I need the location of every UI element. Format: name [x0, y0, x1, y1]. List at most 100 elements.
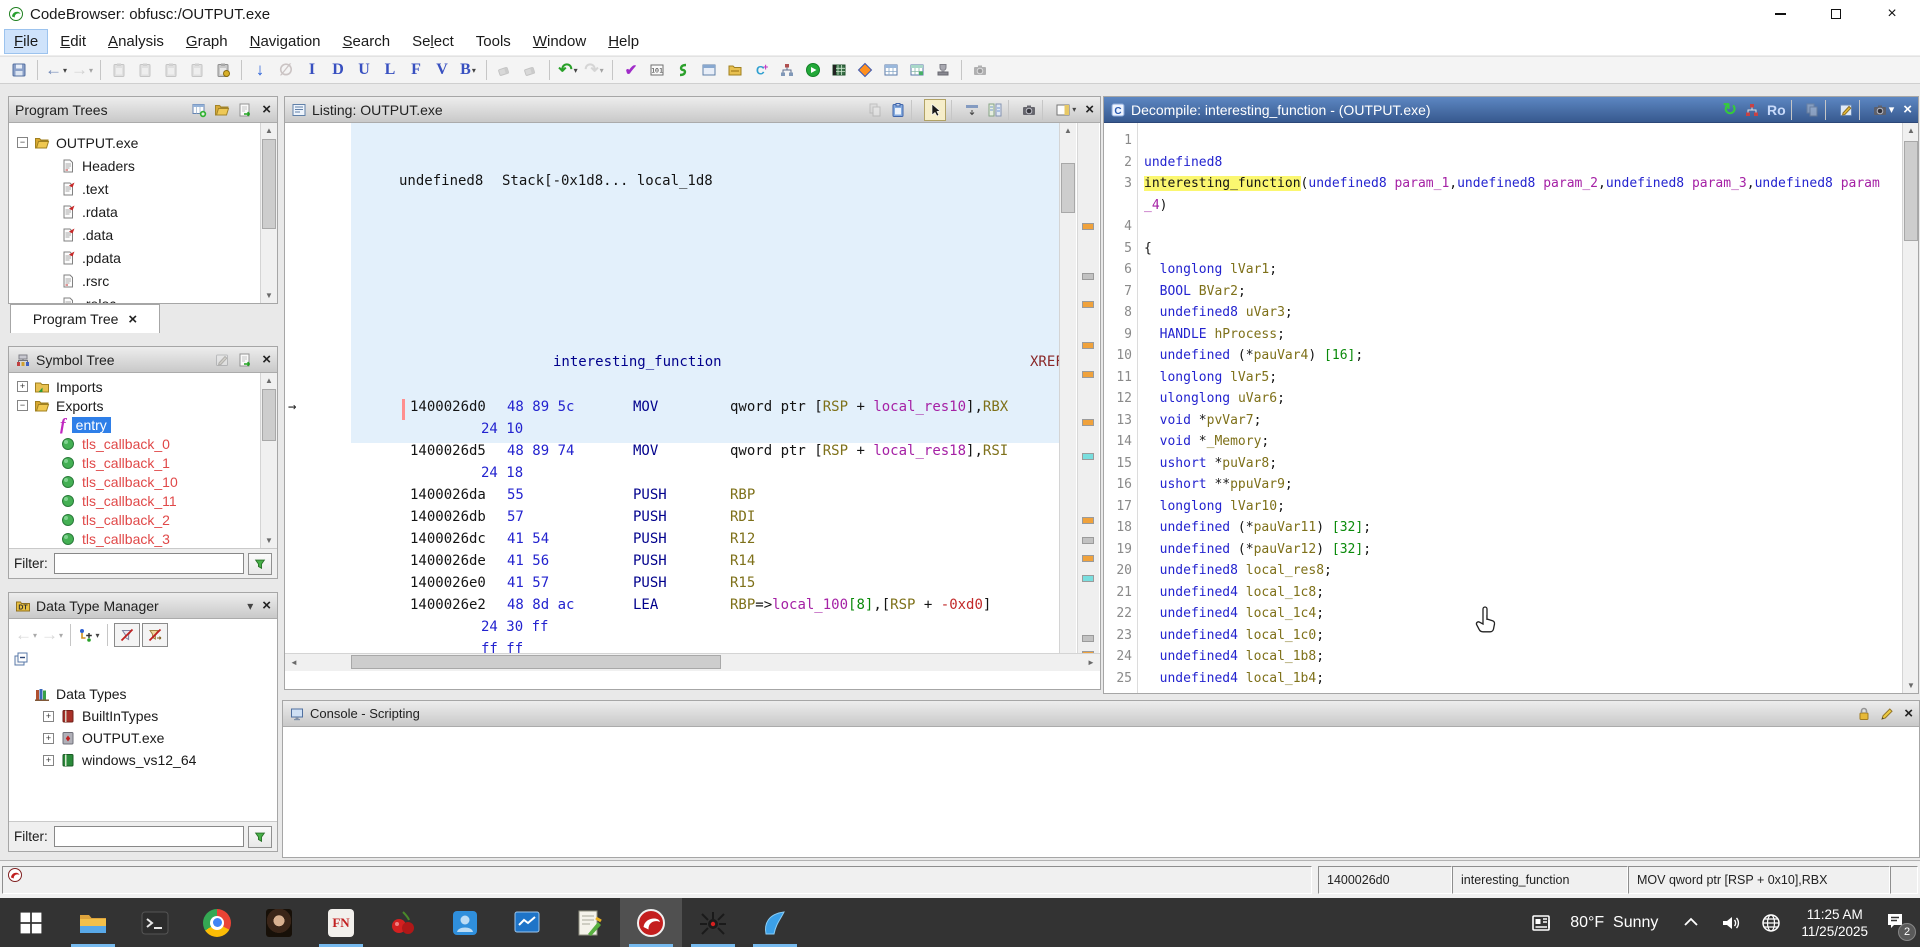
taskbar-fn-app[interactable]: FN [310, 898, 372, 947]
tree-item-output-exe[interactable]: +OUTPUT.exe [9, 727, 259, 749]
listing-hscrollbar[interactable]: ◄ ► [285, 653, 1100, 671]
data-type-void-button[interactable]: V [430, 58, 454, 82]
dtm-close-icon[interactable]: × [262, 597, 271, 614]
decompile-dropdown-icon[interactable]: ▾ [1889, 103, 1895, 116]
function-graph-button[interactable] [775, 58, 799, 82]
tree-item-tls-callback-2[interactable]: tls_callback_2 [9, 510, 259, 529]
edit-script-icon[interactable] [1879, 706, 1895, 722]
taskbar-cherry-app[interactable] [372, 898, 434, 947]
tree-item-output-exe[interactable]: −OUTPUT.exe [9, 131, 259, 154]
filter-options-icon[interactable] [248, 553, 272, 575]
dtm-filter-pointer-off-icon[interactable] [142, 623, 168, 647]
symbol-tree-scrollbar[interactable]: ▲ ▼ [260, 373, 277, 548]
overview-marker[interactable] [1082, 342, 1094, 349]
expander-icon[interactable]: + [17, 381, 28, 392]
tree-item--data[interactable]: .data [9, 223, 259, 246]
overview-marker[interactable] [1082, 517, 1094, 524]
program-trees-scrollbar[interactable]: ▲ ▼ [260, 123, 277, 303]
menu-file[interactable]: File [4, 29, 48, 54]
program-trees-close-icon[interactable]: × [262, 101, 271, 118]
export-tree-icon[interactable] [237, 102, 253, 118]
close-button[interactable]: × [1864, 0, 1920, 28]
overview-marker[interactable] [1082, 453, 1094, 460]
new-tree-icon[interactable] [191, 102, 207, 118]
dtm-back-button[interactable]: ←▾ [14, 623, 38, 647]
back-button[interactable]: ←▾ [44, 58, 68, 82]
symbol-tree-close-icon[interactable]: × [262, 351, 271, 368]
expander-icon[interactable]: + [43, 733, 54, 744]
run-analysis-button[interactable] [801, 58, 825, 82]
save-button[interactable] [7, 58, 31, 82]
dtm-menu-icon[interactable]: ▾ [247, 599, 253, 613]
taskbar-monitor-app[interactable] [496, 898, 558, 947]
menu-window[interactable]: Window [523, 29, 596, 54]
menu-tools[interactable]: Tools [466, 29, 521, 54]
lock-icon[interactable] [1856, 706, 1872, 722]
data-type-float-button[interactable]: F [404, 58, 428, 82]
c-source-button[interactable]: C+ [749, 58, 773, 82]
snapshot-button[interactable] [968, 58, 992, 82]
paste-annotation-button[interactable] [159, 58, 183, 82]
taskbar-start[interactable] [0, 898, 62, 947]
edit-fields-icon[interactable] [964, 102, 980, 118]
copy-annotation-button[interactable] [107, 58, 131, 82]
binary-chip-button[interactable]: 101 [645, 58, 669, 82]
dtm-add-type-button[interactable]: ▾ [77, 623, 101, 647]
snapshot-icon[interactable] [1872, 102, 1888, 118]
copy-labels-button[interactable] [133, 58, 157, 82]
tree-item-exports[interactable]: −Exports [9, 396, 259, 415]
expander-icon[interactable]: + [43, 755, 54, 766]
window-view-button[interactable] [697, 58, 721, 82]
tree-item-tls-callback-3[interactable]: tls_callback_3 [9, 529, 259, 548]
forward-button[interactable]: →▾ [70, 58, 94, 82]
data-type-byte-button[interactable]: B▾ [456, 58, 480, 82]
overview-marker[interactable] [1082, 301, 1094, 308]
dtm-filter-options-icon[interactable] [248, 826, 272, 848]
menu-navigation[interactable]: Navigation [240, 29, 331, 54]
overview-marker[interactable] [1082, 555, 1094, 562]
taskbar-bug-app[interactable] [682, 898, 744, 947]
collapse-all-icon[interactable] [13, 651, 29, 667]
overview-marker[interactable] [1082, 635, 1094, 642]
expander-icon[interactable]: + [43, 711, 54, 722]
edit-function-icon[interactable] [1838, 102, 1854, 118]
menu-help[interactable]: Help [598, 29, 649, 54]
listing-close-icon[interactable]: × [1085, 101, 1094, 118]
taskbar-terminal[interactable] [124, 898, 186, 947]
graph-icon[interactable] [1744, 102, 1760, 118]
taskbar-chrome[interactable] [186, 898, 248, 947]
symbol-filter-input[interactable] [54, 553, 244, 574]
taskbar-ghidra[interactable] [620, 898, 682, 947]
data-type-int-button[interactable]: I [300, 58, 324, 82]
dtm-forward-button[interactable]: →▾ [40, 623, 64, 647]
tree-item--rdata[interactable]: .rdata [9, 200, 259, 223]
validate-button[interactable]: ✔ [619, 58, 643, 82]
volume-icon[interactable] [1720, 912, 1742, 934]
tree-item--rsrc[interactable]: .rsrc [9, 269, 259, 292]
dtm-filter-input[interactable] [54, 826, 244, 847]
script-manager-button[interactable] [671, 58, 695, 82]
data-type-double-button[interactable]: D [326, 58, 350, 82]
tree-item-tls-callback-0[interactable]: tls_callback_0 [9, 434, 259, 453]
tree-item-builtintypes[interactable]: +BuiltInTypes [9, 705, 259, 727]
taskbar-contacts-app[interactable] [434, 898, 496, 947]
menu-select[interactable]: Select [402, 29, 464, 54]
menu-search[interactable]: Search [333, 29, 401, 54]
decompile-close-icon[interactable]: × [1903, 101, 1912, 118]
listing-scrollbar[interactable]: ▲ ▼ [1059, 123, 1076, 671]
listing-overview-margin[interactable] [1077, 123, 1099, 671]
menu-graph[interactable]: Graph [176, 29, 238, 54]
table-alt-view-button[interactable] [905, 58, 929, 82]
minimize-button[interactable] [1752, 0, 1808, 28]
menu-analysis[interactable]: Analysis [98, 29, 174, 54]
tree-item-tls-callback-11[interactable]: tls_callback_11 [9, 491, 259, 510]
paste-locked-button[interactable] [211, 58, 235, 82]
tree-item-imports[interactable]: +Imports [9, 377, 259, 396]
copy-icon[interactable] [1804, 102, 1820, 118]
network-globe-icon[interactable] [1760, 912, 1782, 934]
taskbar-file-explorer[interactable] [62, 898, 124, 947]
console-output[interactable] [283, 727, 1919, 857]
undo-button[interactable]: ↶▾ [556, 58, 580, 82]
tree-item--reloc[interactable]: .reloc [9, 292, 259, 303]
decompile-scrollbar[interactable]: ▲ ▼ [1902, 123, 1918, 693]
